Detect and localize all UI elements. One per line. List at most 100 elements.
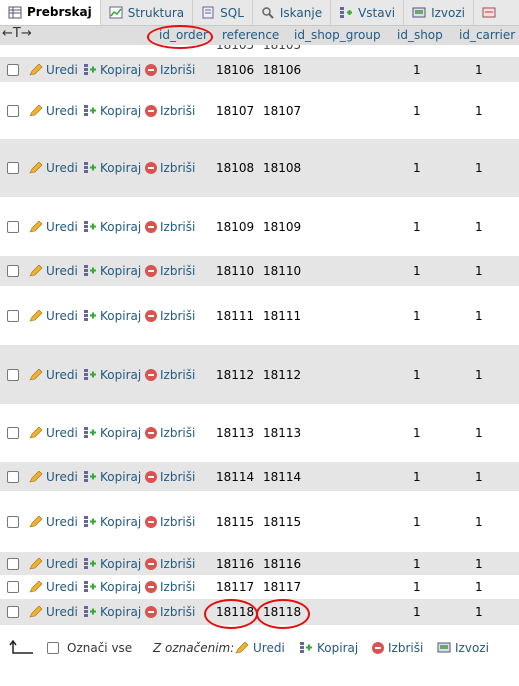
row-checkbox[interactable]: [7, 64, 19, 76]
row-delete-label: Izbriši: [160, 426, 196, 440]
tab-bar: Prebrskaj Struktura SQL Iskanje Vstavi I…: [0, 0, 519, 26]
cell-reference: 18105: [263, 45, 302, 52]
row-edit-button[interactable]: Uredi: [29, 104, 78, 118]
column-id-shop-group[interactable]: id_shop_group: [294, 28, 381, 42]
row-edit-button[interactable]: Uredi: [29, 470, 78, 484]
cell-reference: 18115: [263, 515, 302, 529]
row-delete-button[interactable]: Izbriši: [145, 605, 195, 619]
tab-insert[interactable]: Vstavi: [331, 0, 405, 25]
row-copy-button[interactable]: Kopiraj: [83, 63, 141, 77]
column-id-shop[interactable]: id_shop: [397, 28, 443, 42]
row-copy-button[interactable]: Kopiraj: [83, 470, 141, 484]
row-copy-button[interactable]: Kopiraj: [83, 605, 141, 619]
tab-structure[interactable]: Struktura: [101, 0, 194, 25]
row-delete-button[interactable]: Izbriši: [145, 220, 195, 234]
row-copy-label: Kopiraj: [100, 426, 142, 440]
row-delete-button[interactable]: Izbriši: [145, 515, 195, 529]
column-id-carrier[interactable]: id_carrier: [459, 28, 515, 42]
row-checkbox[interactable]: [7, 581, 19, 593]
row-checkbox[interactable]: [7, 427, 19, 439]
row-copy-button[interactable]: Kopiraj: [83, 220, 141, 234]
footer-edit-button[interactable]: Uredi: [235, 641, 285, 655]
tab-more[interactable]: [474, 0, 504, 25]
row-edit-button[interactable]: Uredi: [29, 220, 78, 234]
row-copy-label: Kopiraj: [100, 368, 142, 382]
row-edit-button[interactable]: Uredi: [29, 515, 78, 529]
cell-id-order: 18106: [216, 63, 255, 77]
row-copy-button[interactable]: Kopiraj: [83, 580, 141, 594]
tab-sql-label: SQL: [220, 5, 244, 20]
row-copy-button[interactable]: Kopiraj: [83, 161, 141, 175]
check-all-label[interactable]: Označi vse: [67, 641, 132, 655]
column-arrows[interactable]: ←T→: [2, 26, 32, 41]
row-delete-button[interactable]: Izbriši: [145, 309, 195, 323]
delete-icon: [145, 471, 157, 483]
check-all-checkbox[interactable]: [47, 642, 59, 654]
copy-icon: [84, 265, 96, 276]
row-delete-button[interactable]: Izbriši: [145, 557, 195, 571]
row-checkbox[interactable]: [7, 471, 19, 483]
tab-browse[interactable]: Prebrskaj: [0, 0, 101, 25]
tab-browse-label: Prebrskaj: [27, 5, 92, 19]
row-edit-button[interactable]: Uredi: [29, 580, 78, 594]
pencil-icon: [29, 558, 43, 570]
row-edit-button[interactable]: Uredi: [29, 368, 78, 382]
row-copy-button[interactable]: Kopiraj: [83, 515, 141, 529]
copy-icon: [84, 162, 96, 173]
row-edit-button[interactable]: Uredi: [29, 63, 78, 77]
row-copy-button[interactable]: Kopiraj: [83, 309, 141, 323]
row-copy-button[interactable]: Kopiraj: [83, 264, 141, 278]
table-footer: Označi vse Z označenim: Uredi Kopiraj Iz…: [0, 636, 519, 662]
row-checkbox[interactable]: [7, 162, 19, 174]
row-checkbox[interactable]: [7, 369, 19, 381]
row-delete-button[interactable]: Izbriši: [145, 368, 195, 382]
row-checkbox[interactable]: [7, 105, 19, 117]
row-edit-button[interactable]: Uredi: [29, 309, 78, 323]
footer-copy-button[interactable]: Kopiraj: [299, 641, 358, 655]
row-checkbox[interactable]: [7, 606, 19, 618]
cell-reference: 18114: [263, 470, 302, 484]
row-copy-label: Kopiraj: [100, 470, 142, 484]
cell-reference: 18112: [263, 368, 302, 382]
insert-icon: [340, 7, 353, 18]
row-copy-button[interactable]: Kopiraj: [83, 557, 141, 571]
sql-icon: [202, 6, 214, 19]
cell-reference: 18107: [263, 104, 302, 118]
tab-sql[interactable]: SQL: [193, 0, 253, 25]
row-checkbox[interactable]: [7, 558, 19, 570]
row-edit-label: Uredi: [46, 264, 78, 278]
row-edit-button[interactable]: Uredi: [29, 264, 78, 278]
row-edit-button[interactable]: Uredi: [29, 426, 78, 440]
footer-delete-button[interactable]: Izbriši: [372, 641, 423, 655]
copy-icon: [84, 310, 96, 321]
footer-export-button[interactable]: Izvozi: [437, 641, 489, 655]
column-reference[interactable]: reference: [222, 28, 279, 42]
row-delete-button[interactable]: Izbriši: [145, 104, 195, 118]
row-edit-button[interactable]: Uredi: [29, 161, 78, 175]
row-checkbox[interactable]: [7, 265, 19, 277]
row-copy-button[interactable]: Kopiraj: [83, 104, 141, 118]
row-delete-label: Izbriši: [160, 515, 196, 529]
column-id-order[interactable]: id_order: [159, 28, 208, 42]
cell-id-shop-group: 1: [413, 309, 421, 323]
row-delete-button[interactable]: Izbriši: [145, 264, 195, 278]
row-delete-button[interactable]: Izbriši: [145, 470, 195, 484]
table-row: Uredi Kopiraj Izbriši 18108 18108 1 1: [0, 139, 519, 197]
row-edit-button[interactable]: Uredi: [29, 605, 78, 619]
delete-icon: [372, 642, 384, 654]
row-delete-label: Izbriši: [160, 63, 196, 77]
row-checkbox[interactable]: [7, 310, 19, 322]
row-checkbox[interactable]: [7, 516, 19, 528]
row-edit-button[interactable]: Uredi: [29, 557, 78, 571]
row-delete-button[interactable]: Izbriši: [145, 580, 195, 594]
row-copy-label: Kopiraj: [100, 557, 142, 571]
tab-search[interactable]: Iskanje: [253, 0, 332, 25]
row-delete-button[interactable]: Izbriši: [145, 161, 195, 175]
row-copy-button[interactable]: Kopiraj: [83, 368, 141, 382]
row-delete-button[interactable]: Izbriši: [145, 426, 195, 440]
row-delete-button[interactable]: Izbriši: [145, 63, 195, 77]
row-copy-button[interactable]: Kopiraj: [83, 426, 141, 440]
row-checkbox[interactable]: [7, 221, 19, 233]
pencil-icon: [29, 471, 43, 483]
tab-export[interactable]: Izvozi: [404, 0, 474, 25]
